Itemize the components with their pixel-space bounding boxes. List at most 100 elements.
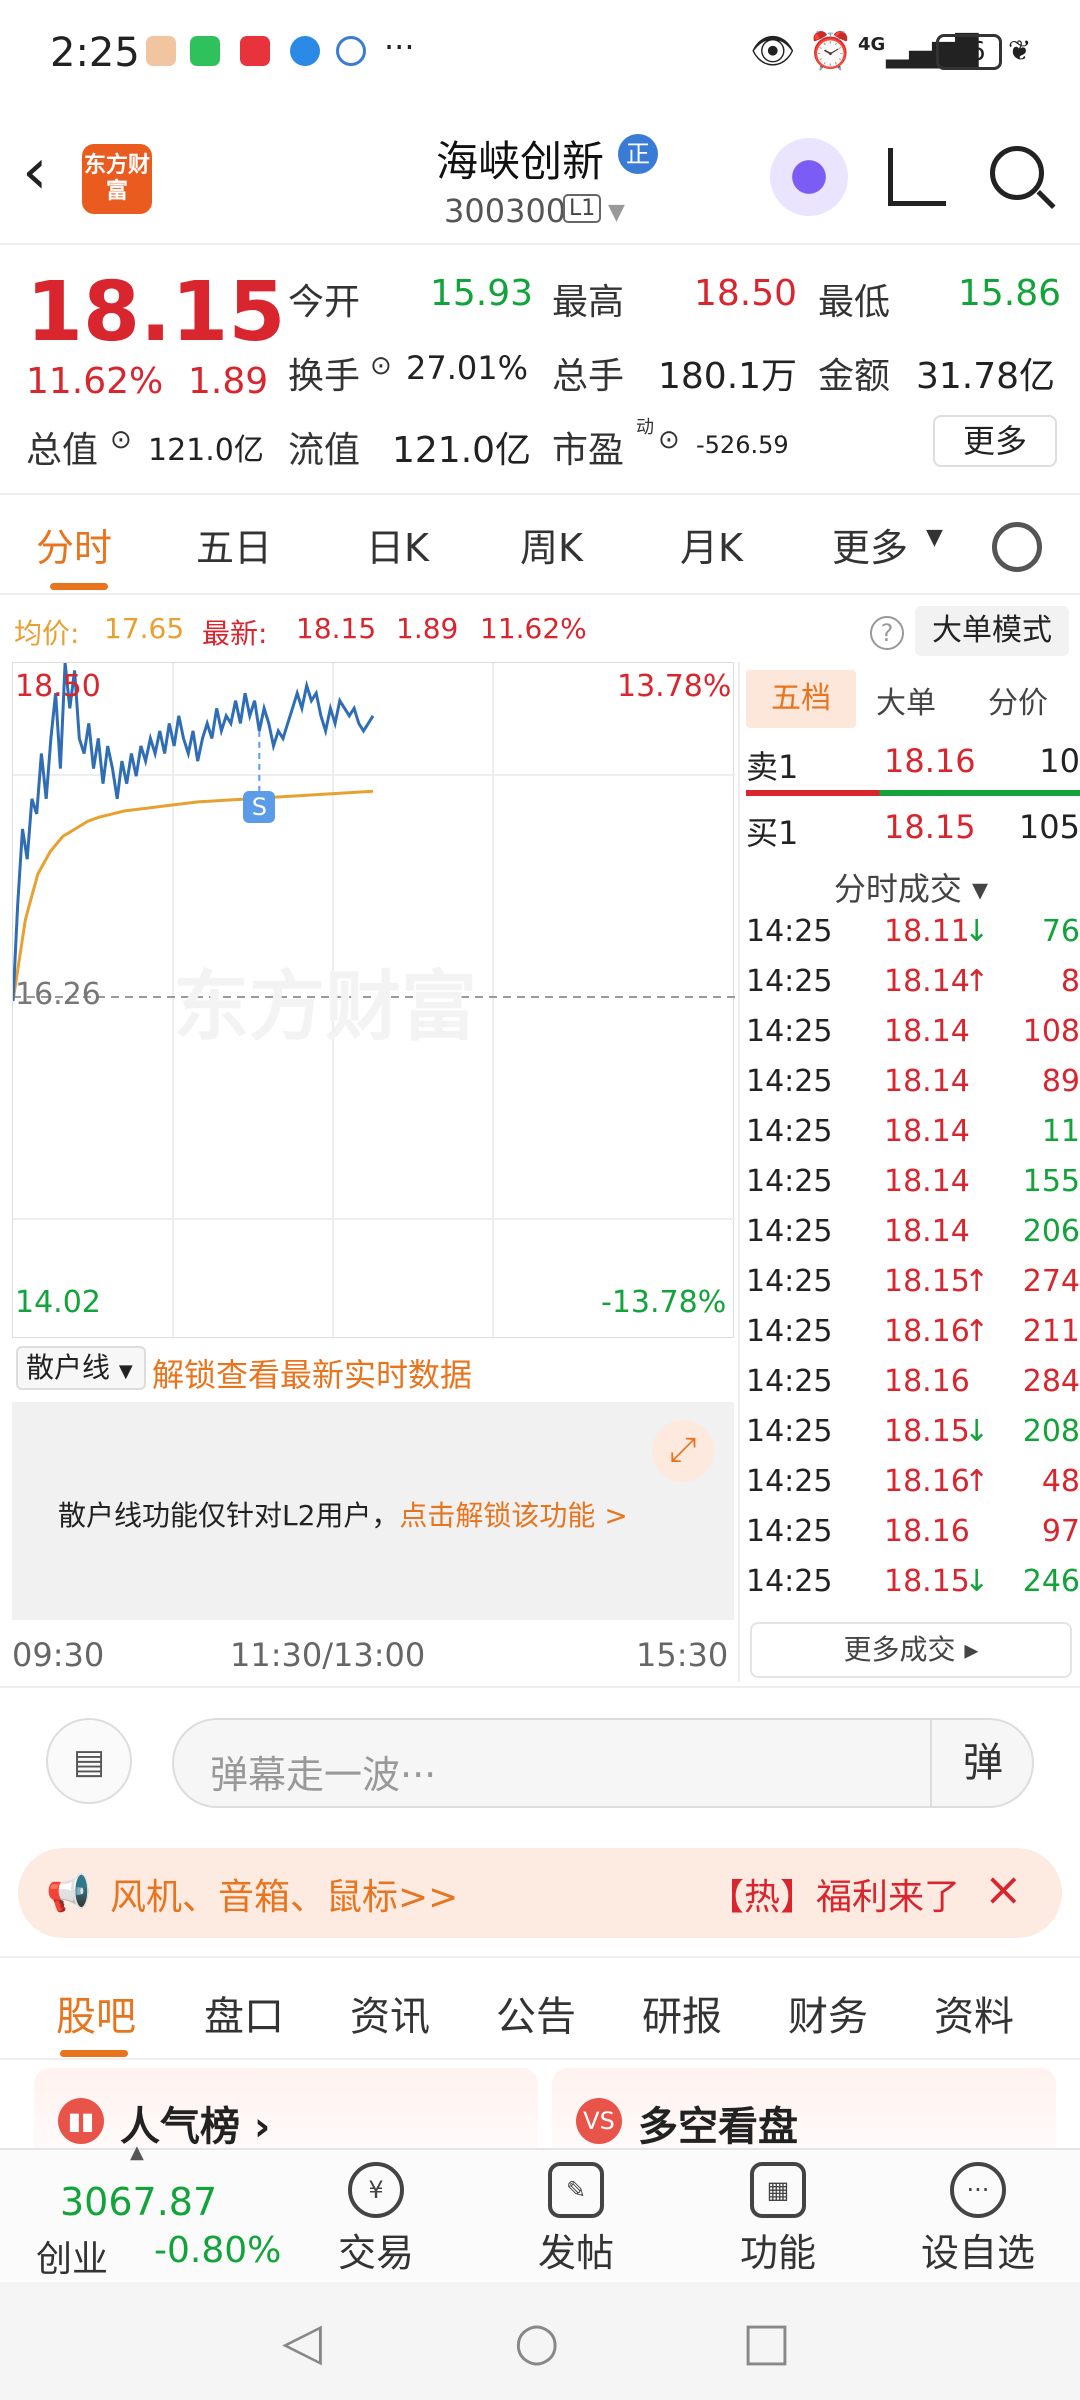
nav-back-icon[interactable]: ◁ <box>282 2312 322 2372</box>
unlock-link[interactable]: 点击解锁该功能 > <box>399 1499 627 1532</box>
search-icon[interactable] <box>990 146 1044 200</box>
intraday-chart[interactable]: 东方财富 18.50 16.26 14.02 13.78% -13.78% S <box>12 662 735 1339</box>
trade-button[interactable]: 交易 <box>316 2222 436 2277</box>
tab-more[interactable]: 更多 <box>832 517 908 572</box>
help-icon[interactable]: ? <box>870 616 904 650</box>
expand-icon[interactable]: ⤢ <box>652 1420 714 1482</box>
tab-research[interactable]: 研报 <box>642 1984 722 2042</box>
tab-news[interactable]: 资讯 <box>350 1984 430 2042</box>
post-button[interactable]: 发帖 <box>516 2222 636 2277</box>
tab-announcements[interactable]: 公告 <box>496 1984 576 2042</box>
trade-row: 14:25 18.15 ↑ 274 <box>746 1264 1080 1314</box>
order-ratio-bar <box>746 790 1080 796</box>
chevron-down-icon[interactable]: ▼ <box>608 200 625 225</box>
unlock-message[interactable]: 解锁查看最新实时数据 <box>152 1350 472 1396</box>
status-bar: 2:25 ··· 👁 ⏰ 4G ▂▄▆█ 36 ❦ <box>0 0 1080 110</box>
high-label: 最高 <box>552 282 625 323</box>
trade-price: 18.14 <box>884 1064 970 1099</box>
trade-list-header[interactable]: 分时成交 ▾ <box>740 864 1080 910</box>
info-icon[interactable]: ⊙ <box>658 425 680 455</box>
tab-price-breakdown[interactable]: 分价 <box>988 678 1048 722</box>
promo-text[interactable]: 风机、音箱、鼠标>> <box>110 1868 458 1920</box>
open-label: 今开 <box>288 282 361 323</box>
trade-price: 18.15 <box>884 1414 970 1449</box>
ai-robot-icon[interactable] <box>770 138 848 216</box>
info-icon[interactable]: ⊙ <box>110 425 132 455</box>
retail-line-dropdown[interactable]: 散户线 ▼ <box>16 1346 146 1390</box>
trade-time: 14:25 <box>746 1414 833 1449</box>
sell-label: 卖1 <box>746 748 799 786</box>
trade-volume: 206 <box>1022 1214 1080 1249</box>
trade-price: 18.14 <box>884 1164 970 1199</box>
buy-label: 买1 <box>746 814 799 852</box>
trade-volume: 76 <box>1041 914 1080 949</box>
tab-forum[interactable]: 股吧 <box>56 1984 136 2042</box>
functions-button[interactable]: 功能 <box>718 2222 838 2277</box>
trade-time: 14:25 <box>746 1114 833 1149</box>
share-icon[interactable] <box>888 148 946 206</box>
tab-five-levels[interactable]: 五档 <box>746 670 856 728</box>
danmu-toggle-button[interactable]: 弹 <box>930 1720 1034 1806</box>
vs-icon: VS <box>576 2098 622 2144</box>
trade-time: 14:25 <box>746 1314 833 1349</box>
functions-icon[interactable]: ▦ <box>750 2162 806 2218</box>
more-trades-button[interactable]: 更多成交 ▸ <box>750 1622 1072 1678</box>
post-icon[interactable]: ✎ <box>548 2162 604 2218</box>
amount-label: 金额 <box>818 356 891 397</box>
chevron-down-icon[interactable]: ▼ <box>926 525 943 550</box>
nav-recent-icon[interactable]: □ <box>742 2312 791 2372</box>
alarm-icon: ⏰ <box>808 31 853 72</box>
gear-icon[interactable] <box>992 522 1042 572</box>
browser-icon <box>290 36 320 66</box>
tab-month-k[interactable]: 月K <box>680 517 743 572</box>
info-icon[interactable]: ⊙ <box>370 351 392 381</box>
tab-finance[interactable]: 财务 <box>788 1984 868 2042</box>
locked-info: 散户线功能仅针对L2用户，点击解锁该功能 > <box>58 1494 628 1534</box>
add-watchlist-icon[interactable]: ··· <box>950 2162 1006 2218</box>
pct-top-label: 13.78% <box>617 669 732 704</box>
danmu-row: ▤ 弹幕走一波··· 弹 <box>0 1686 1080 1826</box>
tab-day-k[interactable]: 日K <box>366 517 429 572</box>
pe-value: -526.59 <box>696 431 789 459</box>
sell-marker[interactable]: S <box>243 790 276 823</box>
trade-arrow: ↑ <box>964 964 990 999</box>
trade-time: 14:25 <box>746 1514 833 1549</box>
search-notification-icon <box>336 36 366 66</box>
content-tabs: 股吧 盘口 资讯 公告 研报 财务 资料 <box>0 1956 1080 2060</box>
time-axis: 09:30 11:30/13:00 15:30 <box>12 1628 734 1678</box>
chart-svg: 东方财富 <box>13 663 735 1339</box>
network-label: 4G <box>858 34 886 55</box>
trade-price: 18.14 <box>884 1214 970 1249</box>
promo-banner[interactable]: 📢 风机、音箱、鼠标>> 【热】福利来了 × <box>18 1848 1062 1938</box>
nav-home-icon[interactable]: ○ <box>514 2312 559 2372</box>
tab-profile[interactable]: 资料 <box>934 1984 1014 2042</box>
tab-big-orders[interactable]: 大单 <box>876 678 936 722</box>
close-icon[interactable]: × <box>984 1862 1023 1916</box>
chevron-up-icon[interactable]: ▲ <box>130 2142 144 2163</box>
tab-week-k[interactable]: 周K <box>520 517 583 572</box>
big-order-mode-button[interactable]: 大单模式 <box>915 606 1069 656</box>
level-badge[interactable]: L1 <box>563 194 602 223</box>
add-watchlist-button[interactable]: 设自选 <box>918 2222 1038 2277</box>
sell-volume: 10 <box>1039 742 1080 780</box>
index-value[interactable]: 3067.87 <box>60 2180 217 2224</box>
turnover-value: 27.01% <box>406 349 529 387</box>
promo-hot-label[interactable]: 【热】福利来了 <box>708 1868 960 1920</box>
trade-row: 14:25 18.15 ↓ 208 <box>746 1414 1080 1464</box>
danmu-settings-icon[interactable]: ▤ <box>46 1718 132 1804</box>
trade-volume: 108 <box>1022 1014 1080 1049</box>
trade-icon[interactable]: ¥ <box>348 2162 404 2218</box>
tab-orderbook[interactable]: 盘口 <box>204 1984 284 2042</box>
trade-time: 14:25 <box>746 1214 833 1249</box>
avg-label: 均价: <box>14 617 80 650</box>
more-button[interactable]: 更多 <box>933 415 1057 467</box>
danmu-input[interactable]: 弹幕走一波··· 弹 <box>172 1718 1034 1808</box>
tab-intraday[interactable]: 分时 <box>36 517 112 572</box>
y-mid-label: 16.26 <box>15 977 101 1012</box>
trade-volume: 8 <box>1060 964 1080 999</box>
megaphone-icon: 📢 <box>46 1873 91 1914</box>
tab-five-day[interactable]: 五日 <box>196 517 272 572</box>
latest-percent: 11.62% <box>480 612 587 645</box>
trade-price: 18.16 <box>884 1464 970 1499</box>
buy-volume: 105 <box>1018 808 1080 846</box>
